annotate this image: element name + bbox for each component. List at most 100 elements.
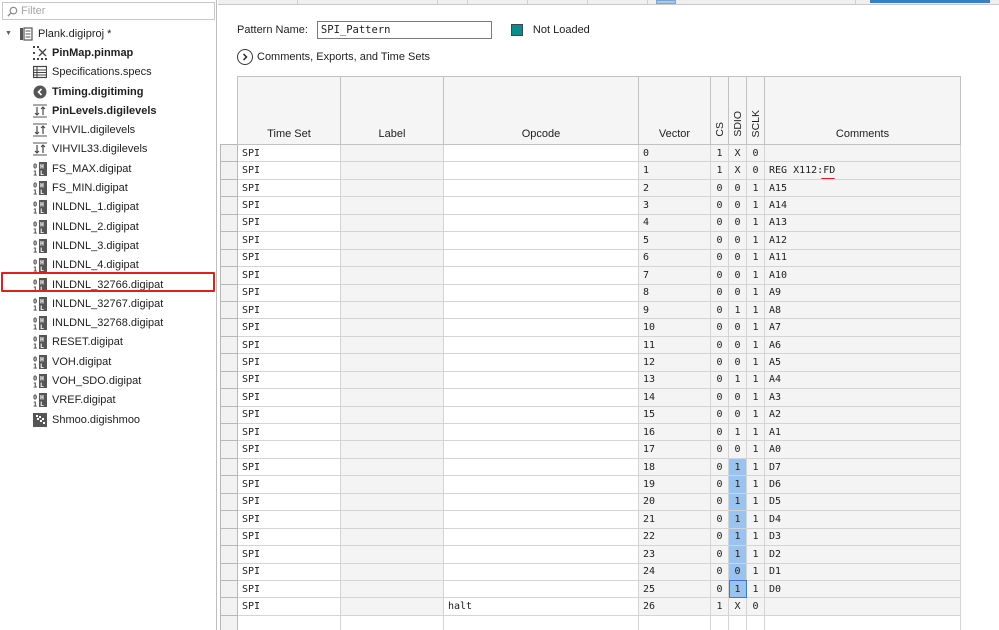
cell-sclk[interactable]: 1 (746, 196, 765, 215)
cell-label[interactable] (340, 213, 444, 233)
cell-label[interactable] (340, 335, 444, 355)
cell-opcode[interactable] (443, 318, 639, 337)
cell-label[interactable] (340, 231, 444, 250)
cell-time-set[interactable]: SPI (237, 388, 341, 407)
cell-label[interactable] (340, 353, 444, 372)
cell-time-set[interactable] (237, 614, 341, 630)
cell-opcode[interactable] (443, 370, 639, 390)
cell-sclk[interactable]: 1 (746, 388, 765, 407)
table-row[interactable]: SPI 4 0 0 1 A13 (220, 213, 961, 233)
row-header[interactable] (220, 178, 238, 198)
cell-comment[interactable] (764, 614, 961, 630)
cell-label[interactable] (340, 527, 444, 547)
cell-cs[interactable]: 0 (710, 283, 729, 302)
cell-cs[interactable]: 0 (710, 405, 729, 425)
cell-opcode[interactable] (443, 510, 639, 529)
cell-time-set[interactable]: SPI (237, 422, 341, 442)
cell-label[interactable] (340, 318, 444, 337)
cell-comment[interactable]: A3 (764, 388, 961, 407)
cell-time-set[interactable]: SPI (237, 143, 341, 163)
cell-label[interactable] (340, 614, 444, 630)
cell-label[interactable] (340, 405, 444, 425)
cell-comment[interactable]: A0 (764, 440, 961, 459)
cell-sclk[interactable]: 1 (746, 527, 765, 547)
table-row[interactable]: SPI 7 0 0 1 A10 (220, 266, 961, 285)
cell-sclk[interactable]: 1 (746, 422, 765, 442)
row-header[interactable] (220, 492, 238, 512)
cell-opcode[interactable] (443, 422, 639, 442)
tree-item-file[interactable]: 0 1 H L INLDNL_32768.digipat (0, 313, 217, 332)
cell-sdio[interactable]: 1 (728, 527, 747, 547)
cell-opcode[interactable] (443, 335, 639, 355)
row-header[interactable] (220, 614, 238, 630)
cell-comment[interactable]: D3 (764, 527, 961, 547)
cell-cs[interactable]: 0 (710, 213, 729, 233)
cell-cs[interactable]: 0 (710, 510, 729, 529)
cell-cs[interactable]: 1 (710, 161, 729, 180)
cell-sclk[interactable]: 1 (746, 300, 765, 320)
cell-sdio[interactable]: 0 (728, 178, 747, 198)
cell-sdio[interactable]: 0 (728, 318, 747, 337)
cell-cs[interactable]: 0 (710, 388, 729, 407)
cell-comment[interactable] (764, 597, 961, 616)
cell-cs[interactable]: 0 (710, 353, 729, 372)
tree-item-file[interactable]: 0 1 H L INLDNL_2.digipat (0, 217, 217, 236)
cell-opcode[interactable] (443, 266, 639, 285)
cell-comment[interactable]: A7 (764, 318, 961, 337)
table-row[interactable]: SPI 3 0 0 1 A14 (220, 196, 961, 215)
tree-item-file[interactable]: 0 1 H L INLDNL_3.digipat (0, 236, 217, 255)
row-header[interactable] (220, 422, 238, 442)
row-header[interactable] (220, 335, 238, 355)
tree-item-file[interactable]: 0 1 H L FS_MIN.digipat (0, 178, 217, 197)
cell-label[interactable] (340, 370, 444, 390)
cell-comment[interactable]: A1 (764, 422, 961, 442)
cell-sclk[interactable]: 1 (746, 440, 765, 459)
table-row[interactable]: SPI 5 0 0 1 A12 (220, 231, 961, 250)
cell-sdio[interactable]: X (728, 143, 747, 163)
table-row[interactable]: SPI 6 0 0 1 A11 (220, 248, 961, 268)
cell-label[interactable] (340, 422, 444, 442)
cell-time-set[interactable]: SPI (237, 213, 341, 233)
cell-sdio[interactable]: 0 (728, 562, 747, 581)
cell-sdio[interactable]: 0 (728, 405, 747, 425)
cell-cs[interactable]: 0 (710, 562, 729, 581)
cell-time-set[interactable]: SPI (237, 335, 341, 355)
cell-time-set[interactable]: SPI (237, 475, 341, 494)
row-header[interactable] (220, 318, 238, 337)
cell-cs[interactable]: 0 (710, 527, 729, 547)
cell-time-set[interactable]: SPI (237, 545, 341, 564)
cell-time-set[interactable]: SPI (237, 161, 341, 180)
cell-time-set[interactable]: SPI (237, 492, 341, 512)
cell-opcode[interactable] (443, 475, 639, 494)
table-row[interactable]: SPI 25 0 1 1 D0 (220, 579, 961, 599)
cell-time-set[interactable]: SPI (237, 248, 341, 268)
row-header[interactable] (220, 213, 238, 233)
cell-opcode[interactable] (443, 457, 639, 477)
cell-cs[interactable]: 0 (710, 475, 729, 494)
cell-time-set[interactable]: SPI (237, 440, 341, 459)
cell-opcode[interactable] (443, 353, 639, 372)
table-row[interactable]: SPI 16 0 1 1 A1 (220, 422, 961, 442)
tree-item-file[interactable]: PinLevels.digilevels (0, 101, 217, 120)
table-row[interactable]: SPI 1 1 X 0 REG X112:FD (220, 161, 961, 180)
cell-opcode[interactable] (443, 248, 639, 268)
cell-label[interactable] (340, 597, 444, 616)
tree-item-file[interactable]: Specifications.specs (0, 63, 217, 82)
cell-time-set[interactable]: SPI (237, 196, 341, 215)
cell-label[interactable] (340, 283, 444, 302)
cell-comment[interactable]: A12 (764, 231, 961, 250)
cell-sclk[interactable]: 0 (746, 161, 765, 180)
cell-time-set[interactable]: SPI (237, 318, 341, 337)
cell-sclk[interactable]: 1 (746, 248, 765, 268)
table-row-empty[interactable] (220, 614, 961, 630)
cell-cs[interactable]: 0 (710, 492, 729, 512)
cell-opcode[interactable] (443, 283, 639, 302)
cell-cs[interactable]: 0 (710, 248, 729, 268)
cell-sclk[interactable]: 1 (746, 457, 765, 477)
column-header-sdio[interactable]: SDIO (728, 76, 747, 145)
cell-comment[interactable]: D2 (764, 545, 961, 564)
cell-comment[interactable]: D0 (764, 579, 961, 599)
column-header-cs[interactable]: CS (710, 76, 729, 145)
cell-sdio[interactable]: 1 (728, 492, 747, 512)
row-header[interactable] (220, 440, 238, 459)
